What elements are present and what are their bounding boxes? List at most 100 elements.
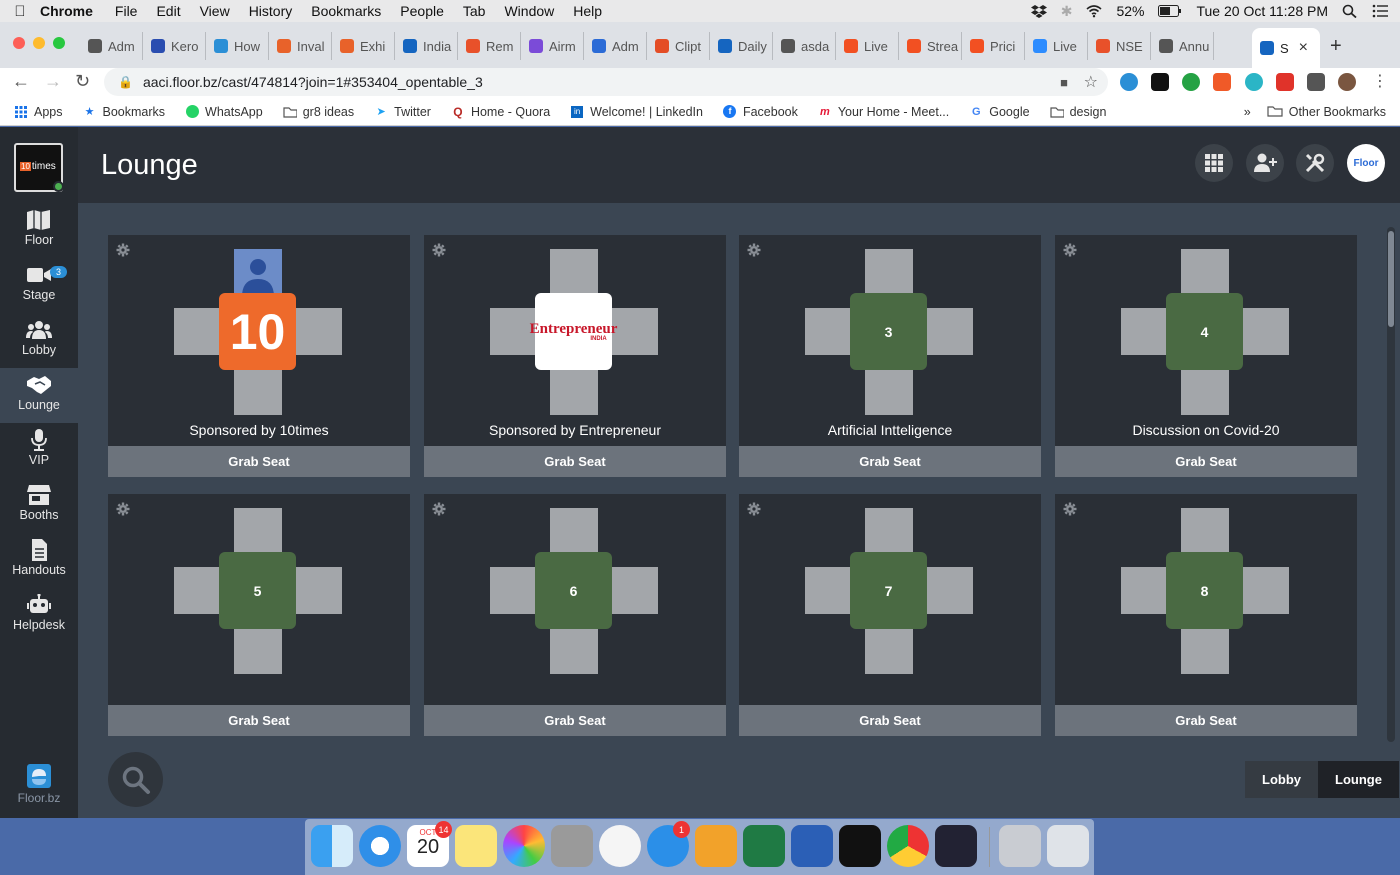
sidebar-item-lounge[interactable]: Lounge [0, 368, 78, 423]
back-arrow-icon[interactable]: ← [12, 71, 30, 92]
seat-right[interactable] [611, 308, 658, 355]
safari-icon[interactable] [359, 825, 401, 867]
window-minimize-icon[interactable] [33, 37, 45, 49]
seat-left[interactable] [174, 567, 221, 614]
table-top[interactable]: 4 [1166, 293, 1243, 370]
new-tab-button[interactable]: + [1330, 35, 1342, 58]
sidebar-item-floor[interactable]: Floor [0, 203, 78, 258]
browser-tab[interactable]: Live [1025, 32, 1088, 60]
sidebar-item-handouts[interactable]: Handouts [0, 533, 78, 588]
seated-user-avatar[interactable] [234, 249, 282, 297]
seat-top[interactable] [550, 249, 598, 295]
grab-seat-button[interactable]: Grab Seat [108, 705, 410, 736]
profile-avatar[interactable] [1338, 73, 1356, 91]
seat-right[interactable] [611, 567, 658, 614]
bookmark-item[interactable]: Q Home - Quora [451, 105, 550, 119]
table-settings-gear-icon[interactable] [747, 502, 761, 516]
bookmark-item[interactable]: m Your Home - Meet... [818, 105, 949, 119]
browser-tab[interactable]: Rem [458, 32, 521, 60]
extension-5-icon[interactable] [1245, 73, 1263, 91]
search-button[interactable] [108, 752, 163, 807]
browser-tab[interactable]: Kero [143, 32, 206, 60]
browser-tab[interactable]: Annu [1151, 32, 1214, 60]
seat-right[interactable] [295, 567, 342, 614]
window-close-icon[interactable] [13, 37, 25, 49]
browser-tab[interactable]: Adm [584, 32, 647, 60]
sidebar-item-vip[interactable]: VIP [0, 423, 78, 478]
notification-center-icon[interactable] [1372, 4, 1388, 18]
menu-clock[interactable]: Tue 20 Oct 11:28 PM [1196, 3, 1328, 19]
seat-top[interactable] [865, 508, 913, 554]
chrome-icon[interactable] [887, 825, 929, 867]
switch-lobby-button[interactable]: Lobby [1245, 761, 1318, 798]
chrome-menu-icon[interactable]: ⋮ [1372, 71, 1388, 91]
menu-window[interactable]: Window [504, 3, 554, 19]
table-top[interactable]: Entrepreneur INDIA [530, 293, 617, 370]
camera-blocked-icon[interactable]: ■ [1060, 75, 1068, 90]
apple-menu-icon[interactable]:  [0, 3, 40, 20]
music-icon[interactable] [599, 825, 641, 867]
seat-bottom[interactable] [865, 369, 913, 415]
table-settings-gear-icon[interactable] [1063, 502, 1077, 516]
photos-icon[interactable] [503, 825, 545, 867]
bookmark-item[interactable]: G Google [969, 105, 1030, 119]
grab-seat-button[interactable]: Grab Seat [1055, 705, 1357, 736]
seat-top[interactable] [1181, 508, 1229, 554]
menu-tab[interactable]: Tab [463, 3, 486, 19]
seat-bottom[interactable] [550, 628, 598, 674]
address-bar[interactable]: 🔒 aaci.floor.bz/cast/474814?join=1#35340… [104, 68, 1108, 96]
table-settings-gear-icon[interactable] [432, 502, 446, 516]
seat-top[interactable] [1181, 249, 1229, 295]
bookmark-item[interactable]: WhatsApp [185, 105, 263, 119]
sidebar-item-stage[interactable]: Stage 3 [0, 258, 78, 313]
browser-tab-active[interactable]: S × [1252, 28, 1320, 68]
grab-seat-button[interactable]: Grab Seat [739, 705, 1041, 736]
downloads-stack-icon[interactable] [999, 825, 1041, 867]
extension-1-icon[interactable] [1120, 73, 1138, 91]
menu-view[interactable]: View [200, 3, 230, 19]
table-top[interactable]: 10 [219, 293, 296, 370]
sublime-text-icon[interactable] [695, 825, 737, 867]
table-settings-gear-icon[interactable] [747, 243, 761, 257]
seat-left[interactable] [490, 567, 537, 614]
notes-icon[interactable] [455, 825, 497, 867]
seat-bottom[interactable] [234, 369, 282, 415]
bookmark-item[interactable]: ➤ Twitter [374, 105, 431, 119]
sidebar-item-lobby[interactable]: Lobby [0, 313, 78, 368]
seat-bottom[interactable] [865, 628, 913, 674]
calculator-icon[interactable] [551, 825, 593, 867]
grab-seat-button[interactable]: Grab Seat [739, 446, 1041, 477]
menu-people[interactable]: People [400, 3, 444, 19]
floorbz-brand[interactable]: Floor.bz [0, 763, 78, 805]
seat-left[interactable] [1121, 567, 1168, 614]
bookmark-item[interactable]: f Facebook [723, 105, 798, 119]
bookmarks-overflow-icon[interactable]: » [1244, 105, 1251, 119]
seat-left[interactable] [805, 308, 852, 355]
browser-tab[interactable]: Exhi [332, 32, 395, 60]
table-settings-gear-icon[interactable] [116, 243, 130, 257]
seat-left[interactable] [1121, 308, 1168, 355]
browser-tab[interactable]: Adm [80, 32, 143, 60]
menu-app-name[interactable]: Chrome [40, 3, 93, 19]
seat-top[interactable] [234, 508, 282, 554]
table-settings-gear-icon[interactable] [432, 243, 446, 257]
forward-arrow-icon[interactable]: → [44, 71, 62, 92]
table-top[interactable]: 6 [535, 552, 612, 629]
browser-tab[interactable]: Clipt [647, 32, 710, 60]
extension-4-icon[interactable] [1213, 73, 1231, 91]
menu-help[interactable]: Help [573, 3, 602, 19]
table-settings-gear-icon[interactable] [1063, 243, 1077, 257]
browser-tab[interactable]: Live [836, 32, 899, 60]
bookmark-item[interactable]: Apps [14, 105, 63, 119]
seat-bottom[interactable] [1181, 369, 1229, 415]
seat-right[interactable] [926, 567, 973, 614]
seat-right[interactable] [926, 308, 973, 355]
finder-icon[interactable] [311, 825, 353, 867]
settings-tools-button[interactable] [1296, 144, 1334, 182]
seat-right[interactable] [1242, 308, 1289, 355]
grab-seat-button[interactable]: Grab Seat [424, 705, 726, 736]
table-top[interactable]: 7 [850, 552, 927, 629]
seat-bottom[interactable] [550, 369, 598, 415]
bookmark-item[interactable]: ★ Bookmarks [83, 105, 165, 119]
other-bookmarks[interactable]: Other Bookmarks [1289, 105, 1386, 119]
